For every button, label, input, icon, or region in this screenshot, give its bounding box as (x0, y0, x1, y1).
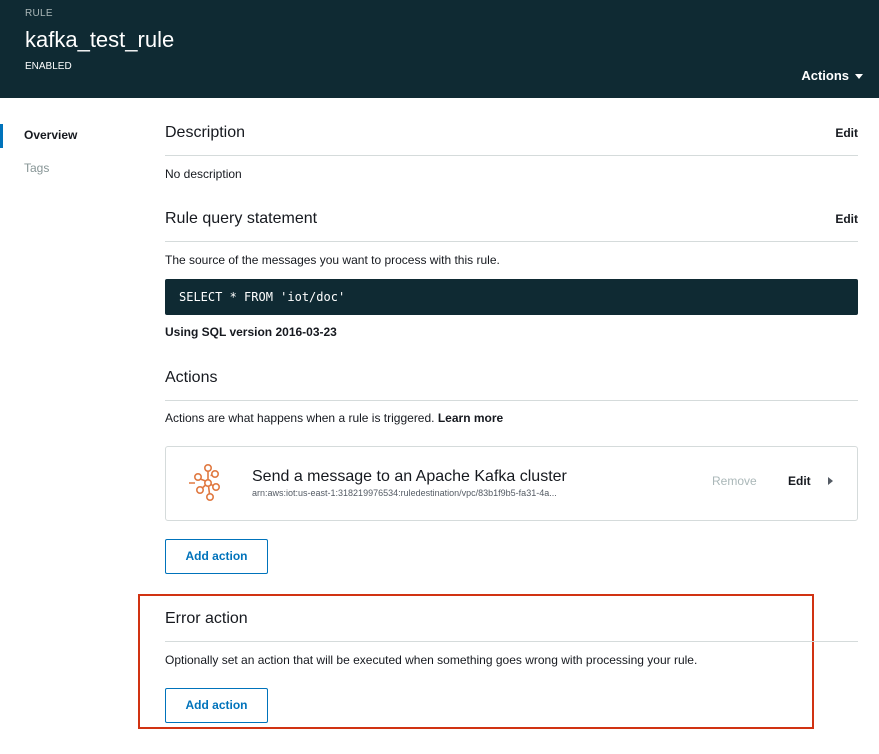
remove-action-button[interactable]: Remove (712, 474, 757, 488)
actions-intro-text: Actions are what happens when a rule is … (165, 411, 435, 425)
caret-down-icon (855, 74, 863, 80)
error-action-heading: Error action (165, 610, 248, 627)
nav-item-tags[interactable]: Tags (0, 155, 140, 188)
sql-version-text: Using SQL version 2016-03-23 (165, 325, 337, 339)
divider (165, 641, 858, 642)
side-navigation: Overview Tags (0, 122, 140, 188)
divider (165, 155, 858, 156)
actions-heading: Actions (165, 369, 218, 386)
query-heading: Rule query statement (165, 210, 318, 227)
page-header: RULE kafka_test_rule ENABLED Actions (0, 0, 879, 98)
divider (165, 241, 858, 242)
add-error-action-button[interactable]: Add action (165, 688, 268, 723)
nav-item-overview[interactable]: Overview (0, 122, 140, 155)
description-heading: Description (165, 124, 246, 141)
query-intro-text: The source of the messages you want to p… (165, 253, 500, 267)
actions-intro: Actions are what happens when a rule is … (165, 411, 503, 425)
resource-type-label: RULE (25, 8, 53, 19)
edit-action-button[interactable]: Edit (788, 474, 811, 488)
action-arn: arn:aws:iot:us-east-1:318219976534:ruled… (252, 488, 557, 498)
chevron-right-icon[interactable] (828, 477, 833, 485)
kafka-icon (189, 463, 220, 501)
error-action-intro: Optionally set an action that will be ex… (165, 653, 698, 667)
sql-statement: SELECT * FROM 'iot/doc' (165, 279, 858, 315)
description-edit-button[interactable]: Edit (835, 126, 858, 140)
query-edit-button[interactable]: Edit (835, 212, 858, 226)
status-badge: ENABLED (25, 61, 72, 72)
add-action-button[interactable]: Add action (165, 539, 268, 574)
page-title: kafka_test_rule (25, 27, 175, 52)
actions-dropdown-label: Actions (801, 68, 849, 83)
action-title: Send a message to an Apache Kafka cluste… (252, 468, 567, 485)
learn-more-link[interactable]: Learn more (438, 411, 503, 425)
divider (165, 400, 858, 401)
action-card-kafka: Send a message to an Apache Kafka cluste… (165, 446, 858, 521)
description-text: No description (165, 167, 242, 181)
actions-dropdown-button[interactable]: Actions (801, 68, 863, 83)
